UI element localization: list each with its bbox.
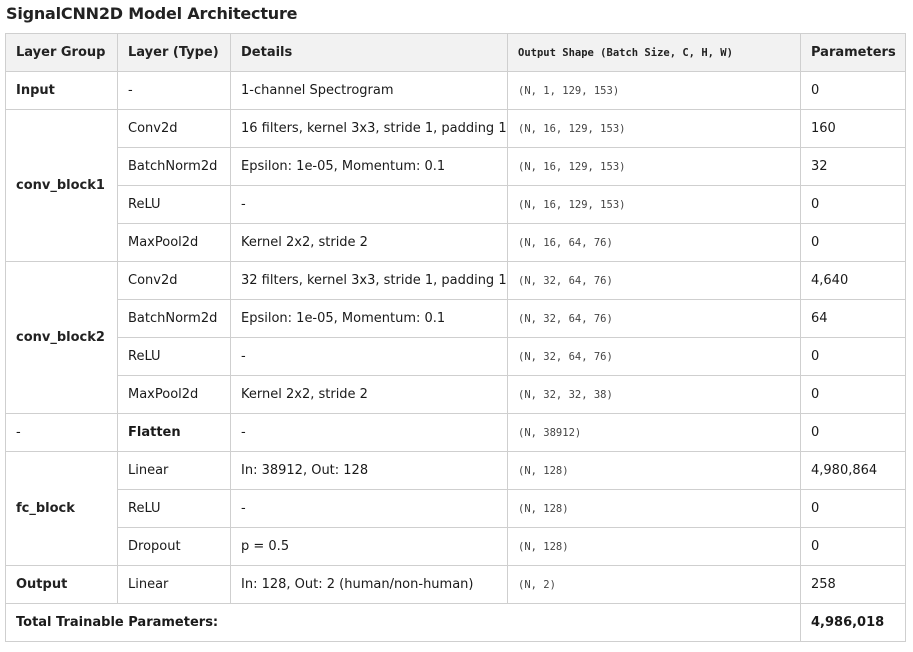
output-shape-cell: (N, 32, 64, 76) bbox=[507, 261, 801, 300]
parameters-cell: 4,640 bbox=[800, 261, 906, 300]
page: SignalCNN2D Model Architecture Layer Gro… bbox=[0, 0, 913, 652]
table-row: BatchNorm2d Epsilon: 1e-05, Momentum: 0.… bbox=[6, 147, 906, 186]
parameters-cell: 0 bbox=[800, 489, 906, 528]
output-shape-cell: (N, 16, 129, 153) bbox=[507, 147, 801, 186]
layer-type-cell: BatchNorm2d bbox=[117, 299, 231, 338]
output-shape-cell: (N, 16, 129, 153) bbox=[507, 109, 801, 148]
details-cell: Kernel 2x2, stride 2 bbox=[230, 375, 508, 414]
table-header: Layer Group Layer (Type) Details Output … bbox=[5, 33, 906, 72]
header-row: Layer Group Layer (Type) Details Output … bbox=[5, 33, 906, 72]
table-row: ReLU - (N, 128) 0 bbox=[6, 489, 906, 528]
table-row: ReLU - (N, 32, 64, 76) 0 bbox=[6, 337, 906, 376]
parameters-cell: 4,980,864 bbox=[800, 451, 906, 490]
details-cell: 16 filters, kernel 3x3, stride 1, paddin… bbox=[230, 109, 508, 148]
group-output: Output bbox=[5, 565, 118, 604]
output-shape-cell: (N, 16, 64, 76) bbox=[507, 223, 801, 262]
details-cell: In: 38912, Out: 128 bbox=[230, 451, 508, 490]
group-conv-block1: conv_block1 bbox=[5, 109, 118, 262]
parameters-cell: 32 bbox=[800, 147, 906, 186]
details-cell: - bbox=[230, 489, 508, 528]
details-cell: Epsilon: 1e-05, Momentum: 0.1 bbox=[230, 147, 508, 186]
output-shape-cell: (N, 38912) bbox=[507, 413, 801, 452]
output-shape-cell: (N, 32, 64, 76) bbox=[507, 337, 801, 376]
details-cell: In: 128, Out: 2 (human/non-human) bbox=[230, 565, 508, 604]
parameters-cell: 0 bbox=[800, 223, 906, 262]
details-cell: 32 filters, kernel 3x3, stride 1, paddin… bbox=[230, 261, 508, 300]
details-cell: 1-channel Spectrogram bbox=[230, 71, 508, 110]
layer-type-cell: Flatten bbox=[117, 413, 231, 452]
layer-type-cell: MaxPool2d bbox=[117, 223, 231, 262]
details-cell: Epsilon: 1e-05, Momentum: 0.1 bbox=[230, 299, 508, 338]
parameters-cell: 0 bbox=[800, 527, 906, 566]
architecture-table: Layer Group Layer (Type) Details Output … bbox=[5, 33, 906, 642]
header-layer-type: Layer (Type) bbox=[117, 33, 231, 72]
parameters-cell: 160 bbox=[800, 109, 906, 148]
parameters-cell: 0 bbox=[800, 413, 906, 452]
parameters-cell: 0 bbox=[800, 71, 906, 110]
output-shape-cell: (N, 128) bbox=[507, 527, 801, 566]
total-row: Total Trainable Parameters: 4,986,018 bbox=[5, 603, 906, 642]
layer-type-cell: MaxPool2d bbox=[117, 375, 231, 414]
output-shape-cell: (N, 32, 64, 76) bbox=[507, 299, 801, 338]
layer-type-cell: ReLU bbox=[117, 185, 231, 224]
layer-type-cell: BatchNorm2d bbox=[117, 147, 231, 186]
layer-type-cell: Linear bbox=[117, 565, 231, 604]
group-flatten: - bbox=[5, 413, 118, 452]
details-cell: - bbox=[230, 185, 508, 224]
group-input: Input bbox=[5, 71, 118, 110]
total-parameters-value: 4,986,018 bbox=[800, 603, 906, 642]
output-shape-cell: (N, 32, 32, 38) bbox=[507, 375, 801, 414]
layer-type-cell: - bbox=[117, 71, 231, 110]
table-row: ReLU - (N, 16, 129, 153) 0 bbox=[6, 185, 906, 224]
table-row: Output Linear In: 128, Out: 2 (human/non… bbox=[5, 565, 906, 604]
group-conv-block2: conv_block2 bbox=[5, 261, 118, 414]
details-cell: - bbox=[230, 337, 508, 376]
output-shape-cell: (N, 2) bbox=[507, 565, 801, 604]
header-output-shape: Output Shape (Batch Size, C, H, W) bbox=[507, 33, 801, 72]
header-parameters: Parameters bbox=[800, 33, 906, 72]
layer-type-cell: Dropout bbox=[117, 527, 231, 566]
table-row: conv_block2 Conv2d 32 filters, kernel 3x… bbox=[5, 261, 906, 414]
layer-type-cell: ReLU bbox=[117, 489, 231, 528]
header-details: Details bbox=[230, 33, 508, 72]
table-row: MaxPool2d Kernel 2x2, stride 2 (N, 32, 3… bbox=[6, 375, 906, 414]
output-shape-cell: (N, 128) bbox=[507, 489, 801, 528]
output-shape-cell: (N, 16, 129, 153) bbox=[507, 185, 801, 224]
output-shape-cell: (N, 1, 129, 153) bbox=[507, 71, 801, 110]
header-layer-group: Layer Group bbox=[5, 33, 118, 72]
page-title: SignalCNN2D Model Architecture bbox=[6, 4, 298, 23]
layer-type-cell: Conv2d bbox=[117, 261, 231, 300]
details-cell: - bbox=[230, 413, 508, 452]
table-row: BatchNorm2d Epsilon: 1e-05, Momentum: 0.… bbox=[6, 299, 906, 338]
details-cell: p = 0.5 bbox=[230, 527, 508, 566]
group-fc-block: fc_block bbox=[5, 451, 118, 566]
parameters-cell: 64 bbox=[800, 299, 906, 338]
table-body: Input - 1-channel Spectrogram (N, 1, 129… bbox=[5, 71, 906, 642]
details-cell: Kernel 2x2, stride 2 bbox=[230, 223, 508, 262]
layer-type-cell: ReLU bbox=[117, 337, 231, 376]
table-row: conv_block1 Conv2d 16 filters, kernel 3x… bbox=[5, 109, 906, 262]
parameters-cell: 0 bbox=[800, 185, 906, 224]
table-row: Dropout p = 0.5 (N, 128) 0 bbox=[6, 527, 906, 566]
table-row: MaxPool2d Kernel 2x2, stride 2 (N, 16, 6… bbox=[6, 223, 906, 262]
layer-type-cell: Linear bbox=[117, 451, 231, 490]
parameters-cell: 0 bbox=[800, 337, 906, 376]
table-row: fc_block Linear In: 38912, Out: 128 (N, … bbox=[5, 451, 906, 566]
parameters-cell: 258 bbox=[800, 565, 906, 604]
parameters-cell: 0 bbox=[800, 375, 906, 414]
output-shape-cell: (N, 128) bbox=[507, 451, 801, 490]
table-row: - Flatten - (N, 38912) 0 bbox=[5, 413, 906, 452]
table-row: Input - 1-channel Spectrogram (N, 1, 129… bbox=[5, 71, 906, 110]
layer-type-cell: Conv2d bbox=[117, 109, 231, 148]
total-parameters-label: Total Trainable Parameters: bbox=[5, 603, 801, 642]
